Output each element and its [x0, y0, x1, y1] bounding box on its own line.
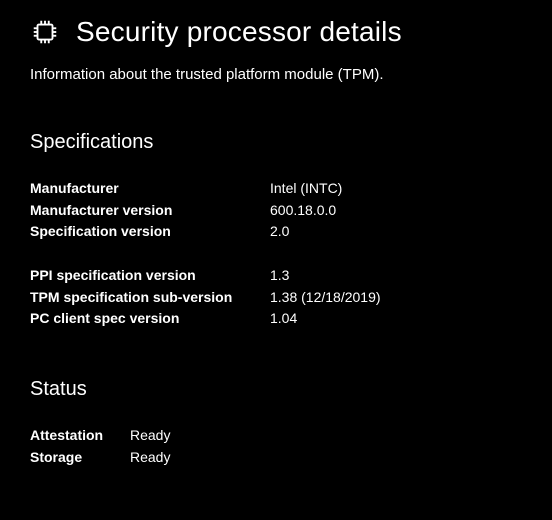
spec-value: 600.18.0.0: [270, 200, 336, 222]
status-section: Status Attestation Ready Storage Ready: [30, 378, 522, 468]
spec-label: PPI specification version: [30, 265, 270, 287]
spec-group-1: Manufacturer Intel (INTC) Manufacturer v…: [30, 178, 522, 243]
chip-icon: [30, 17, 60, 47]
spec-label: Manufacturer version: [30, 200, 270, 222]
spec-row: Manufacturer version 600.18.0.0: [30, 200, 522, 222]
status-heading: Status: [30, 378, 522, 401]
spec-value: 1.3: [270, 265, 289, 287]
status-label: Storage: [30, 447, 130, 469]
spec-row: Manufacturer Intel (INTC): [30, 178, 522, 200]
spec-label: TPM specification sub-version: [30, 287, 270, 309]
spec-row: PPI specification version 1.3: [30, 265, 522, 287]
spec-group-2: PPI specification version 1.3 TPM specif…: [30, 265, 522, 330]
status-value: Ready: [130, 425, 170, 447]
status-row: Attestation Ready: [30, 425, 522, 447]
spec-value: 1.38 (12/18/2019): [270, 287, 381, 309]
status-row: Storage Ready: [30, 447, 522, 469]
spec-row: Specification version 2.0: [30, 221, 522, 243]
spec-value: Intel (INTC): [270, 178, 342, 200]
status-label: Attestation: [30, 425, 130, 447]
spec-label: Manufacturer: [30, 178, 270, 200]
page-title: Security processor details: [76, 16, 402, 48]
spec-value: 1.04: [270, 308, 297, 330]
spec-label: PC client spec version: [30, 308, 270, 330]
status-value: Ready: [130, 447, 170, 469]
spec-row: PC client spec version 1.04: [30, 308, 522, 330]
spec-row: TPM specification sub-version 1.38 (12/1…: [30, 287, 522, 309]
spec-value: 2.0: [270, 221, 289, 243]
page-header: Security processor details: [30, 16, 522, 48]
spec-label: Specification version: [30, 221, 270, 243]
page-description: Information about the trusted platform m…: [30, 66, 522, 83]
specifications-heading: Specifications: [30, 131, 522, 154]
